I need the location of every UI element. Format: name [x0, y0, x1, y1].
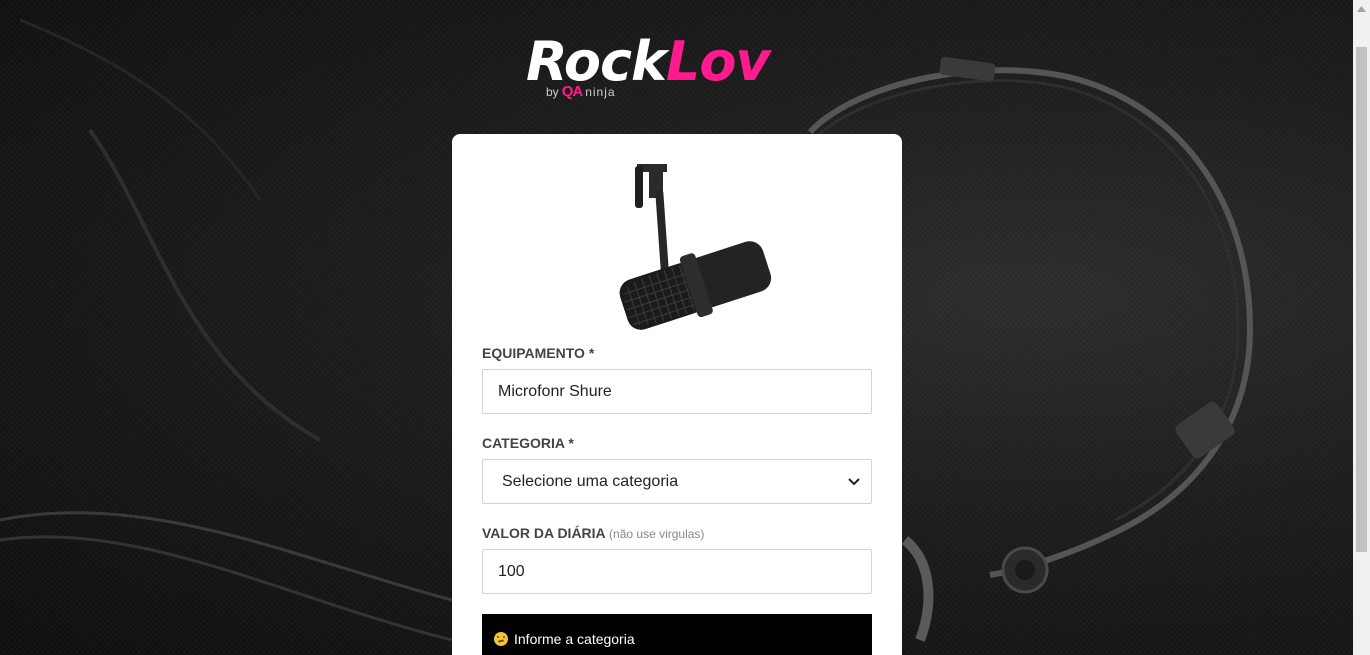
categoria-select[interactable]: Selecione uma categoria: [482, 459, 872, 504]
valor-input[interactable]: [482, 549, 872, 594]
qa-ninja-logo-icon: QA: [561, 83, 583, 100]
smirk-emoji-icon: [494, 632, 508, 646]
logo-lov-text: Lov: [665, 30, 771, 93]
scrollbar-thumb[interactable]: [1356, 47, 1367, 552]
equipment-form-card: EQUIPAMENTO * CATEGORIA * Selecione uma …: [452, 134, 902, 655]
toast-message: Informe a categoria: [514, 631, 635, 647]
page: RockLov by QA ninja EQUIPAMENTO * Microf…: [0, 0, 1370, 655]
logo-by-text: by: [546, 85, 559, 99]
chevron-down-icon: [848, 477, 860, 485]
logo-ninja-text: ninja: [585, 85, 616, 99]
equipamento-input[interactable]: [482, 369, 872, 414]
categoria-label: CATEGORIA *: [482, 435, 574, 451]
equipamento-label: EQUIPAMENTO *: [482, 345, 595, 361]
microphone-image[interactable]: [577, 160, 777, 330]
scroll-up-icon[interactable]: [1353, 0, 1370, 17]
rocklov-logo: RockLov by QA ninja: [526, 32, 836, 108]
valor-label-text: VALOR DA DIÁRIA: [482, 525, 606, 541]
valor-label: VALOR DA DIÁRIA (não use virgulas): [482, 524, 704, 543]
categoria-selected-value: Selecione uma categoria: [502, 472, 679, 490]
valor-hint: (não use virgulas): [609, 527, 705, 541]
vertical-scrollbar[interactable]: [1353, 0, 1370, 655]
logo-byline: by QA ninja: [546, 84, 616, 100]
error-toast: Informe a categoria: [482, 614, 872, 655]
